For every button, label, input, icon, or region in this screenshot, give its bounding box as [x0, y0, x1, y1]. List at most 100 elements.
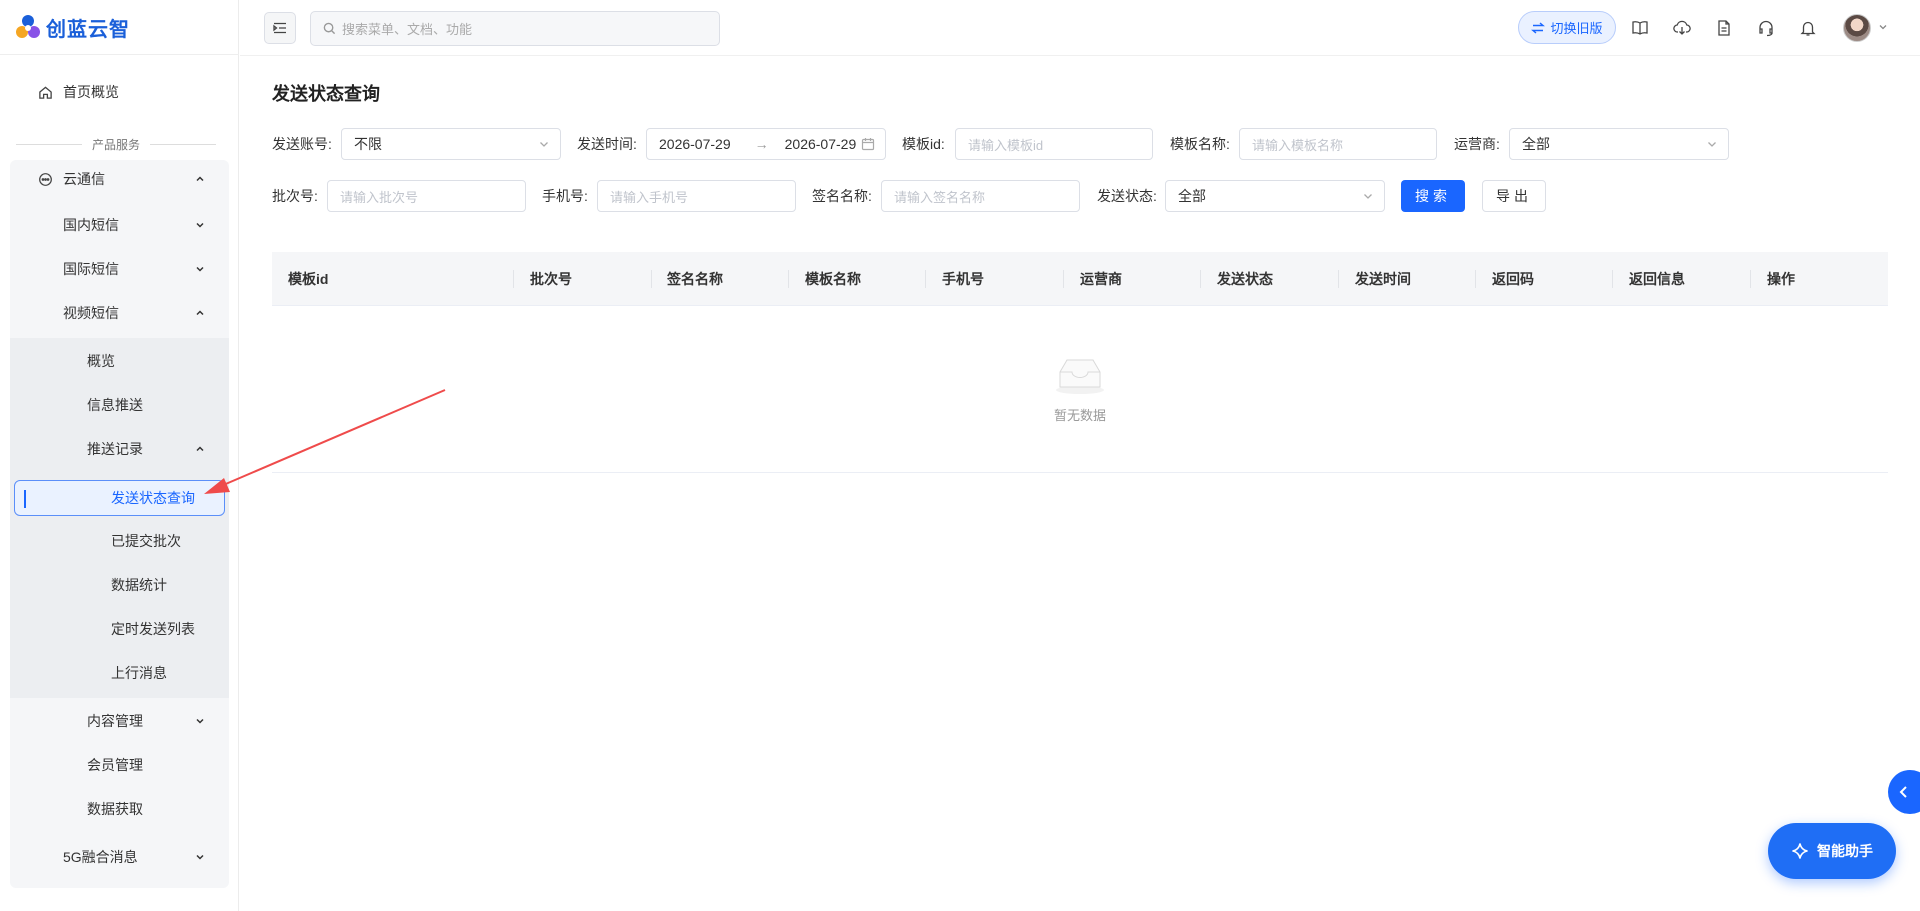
- ai-assistant-button[interactable]: 智能助手: [1768, 823, 1896, 879]
- sidebar-item-label: 数据统计: [111, 577, 167, 593]
- sidebar-item-status-query[interactable]: 发送状态查询: [14, 480, 225, 516]
- sidebar-item-cloud[interactable]: 云通信: [38, 161, 206, 197]
- sparkle-icon: [1792, 843, 1808, 859]
- home-icon: [39, 85, 52, 99]
- menu-collapse-button[interactable]: [264, 12, 296, 44]
- column-header: 模板id: [288, 271, 329, 287]
- batch-input[interactable]: 请输入批次号: [327, 180, 526, 212]
- chevron-down-icon: [1364, 194, 1372, 199]
- sidebar-item-5g[interactable]: 5G融合消息: [63, 839, 206, 875]
- chevron-down-icon: [196, 718, 204, 724]
- carrier-select[interactable]: 全部: [1509, 128, 1729, 160]
- section-title: 产品服务: [16, 134, 216, 154]
- chevron-down-icon: [540, 142, 548, 147]
- support-button[interactable]: [1755, 17, 1777, 39]
- template-id-label: 模板id:: [902, 136, 945, 152]
- send-status-label: 发送状态:: [1097, 188, 1157, 204]
- column-divider: [788, 270, 789, 288]
- sidebar-item-data-fetch[interactable]: 数据获取: [87, 791, 143, 827]
- global-search-input[interactable]: 搜索菜单、文档、功能: [310, 11, 720, 46]
- side-panel-toggle[interactable]: [1888, 770, 1920, 814]
- sidebar-item-domestic[interactable]: 国内短信: [63, 207, 206, 243]
- date-end: 2026-07-29: [784, 136, 857, 152]
- chevron-up-icon: [196, 446, 204, 452]
- send-status-select[interactable]: 全部: [1165, 180, 1385, 212]
- export-button[interactable]: 导出: [1482, 180, 1546, 212]
- bell-icon: [1800, 21, 1816, 36]
- chevron-up-icon: [196, 310, 204, 316]
- sidebar-item-label: 国内短信: [63, 217, 119, 233]
- sidebar-item-overview[interactable]: 概览: [87, 343, 115, 379]
- column-header: 手机号: [942, 271, 984, 287]
- sidebar-item-home[interactable]: 首页概览: [38, 82, 119, 102]
- sidebar-item-label: 信息推送: [87, 397, 143, 413]
- cloud-download-icon: [1673, 20, 1691, 35]
- sidebar: 创蓝云智 首页概览 产品服务 云通信 国内短信 国际短信 视频短信 概览 信息推…: [0, 0, 239, 911]
- sign-name-label: 签名名称:: [812, 188, 872, 204]
- sidebar-item-label: 5G融合消息: [63, 849, 138, 865]
- column-header: 操作: [1767, 271, 1795, 287]
- sidebar-item-label: 内容管理: [87, 713, 143, 729]
- sign-name-input[interactable]: 请输入签名名称: [881, 180, 1080, 212]
- sidebar-item-upstream[interactable]: 上行消息: [111, 655, 167, 691]
- docs-button[interactable]: [1629, 17, 1651, 39]
- chevron-down-icon: [196, 222, 204, 228]
- sidebar-item-content[interactable]: 内容管理: [87, 703, 206, 739]
- chevron-down-icon[interactable]: [1878, 22, 1888, 32]
- download-button[interactable]: [1671, 17, 1693, 39]
- chevron-down-icon: [1708, 142, 1716, 147]
- calendar-icon: [861, 138, 875, 151]
- sidebar-item-label: 视频短信: [63, 305, 119, 321]
- sidebar-item-scheduled[interactable]: 定时发送列表: [111, 611, 195, 647]
- phone-input[interactable]: 请输入手机号: [597, 180, 796, 212]
- sidebar-item-video[interactable]: 视频短信: [63, 295, 206, 331]
- empty-text: 暂无数据: [1053, 408, 1106, 423]
- column-divider: [1750, 270, 1751, 288]
- template-name-label: 模板名称:: [1170, 136, 1230, 152]
- carrier-label: 运营商:: [1454, 136, 1500, 152]
- batch-label: 批次号:: [272, 188, 318, 204]
- arrow-right-icon: →: [754, 136, 769, 152]
- swap-icon: [1531, 21, 1546, 34]
- brand-logo-icon: [16, 15, 40, 38]
- account-select[interactable]: 不限: [341, 128, 561, 160]
- sidebar-item-label: 首页概览: [63, 84, 119, 100]
- column-divider: [651, 270, 652, 288]
- date-range-picker[interactable]: 2026-07-29 → 2026-07-29: [646, 128, 886, 160]
- sidebar-item-label: 数据获取: [87, 801, 143, 817]
- top-header: 搜索菜单、文档、功能 切换旧版: [240, 0, 1920, 56]
- column-header: 模板名称: [805, 271, 861, 287]
- column-divider: [1338, 270, 1339, 288]
- book-icon: [1632, 21, 1648, 35]
- sidebar-item-label: 上行消息: [111, 665, 167, 681]
- search-icon: [323, 22, 336, 35]
- brand-logo[interactable]: 创蓝云智: [14, 12, 130, 42]
- search-placeholder: 搜索菜单、文档、功能: [342, 22, 473, 37]
- table-bottom-border: [272, 472, 1888, 473]
- search-button[interactable]: 搜索: [1401, 180, 1465, 212]
- document-button[interactable]: [1713, 17, 1735, 39]
- avatar[interactable]: [1843, 14, 1871, 42]
- section-title-label: 产品服务: [92, 137, 141, 152]
- chevron-down-icon: [196, 854, 204, 860]
- sidebar-item-member[interactable]: 会员管理: [87, 747, 143, 783]
- switch-old-version-button[interactable]: 切换旧版: [1518, 11, 1616, 44]
- sidebar-item-international[interactable]: 国际短信: [63, 251, 206, 287]
- sidebar-item-label: 发送状态查询: [111, 490, 195, 506]
- notification-button[interactable]: [1797, 17, 1819, 39]
- sidebar-item-submitted[interactable]: 已提交批次: [111, 523, 181, 559]
- account-value: 不限: [354, 136, 382, 152]
- template-id-input[interactable]: 请输入模板id: [955, 128, 1153, 160]
- column-divider: [1612, 270, 1613, 288]
- column-header: 运营商: [1080, 271, 1122, 287]
- column-header: 发送时间: [1355, 271, 1411, 287]
- template-name-placeholder: 请输入模板名称: [1252, 137, 1344, 153]
- column-header: 批次号: [530, 271, 572, 287]
- chevron-down-icon: [196, 266, 204, 272]
- sidebar-item-stats[interactable]: 数据统计: [111, 567, 167, 603]
- chevron-left-icon: [1899, 786, 1907, 798]
- sidebar-item-records[interactable]: 推送记录: [87, 431, 206, 467]
- sidebar-item-push[interactable]: 信息推送: [87, 387, 143, 423]
- template-id-placeholder: 请输入模板id: [968, 137, 1044, 153]
- template-name-input[interactable]: 请输入模板名称: [1239, 128, 1437, 160]
